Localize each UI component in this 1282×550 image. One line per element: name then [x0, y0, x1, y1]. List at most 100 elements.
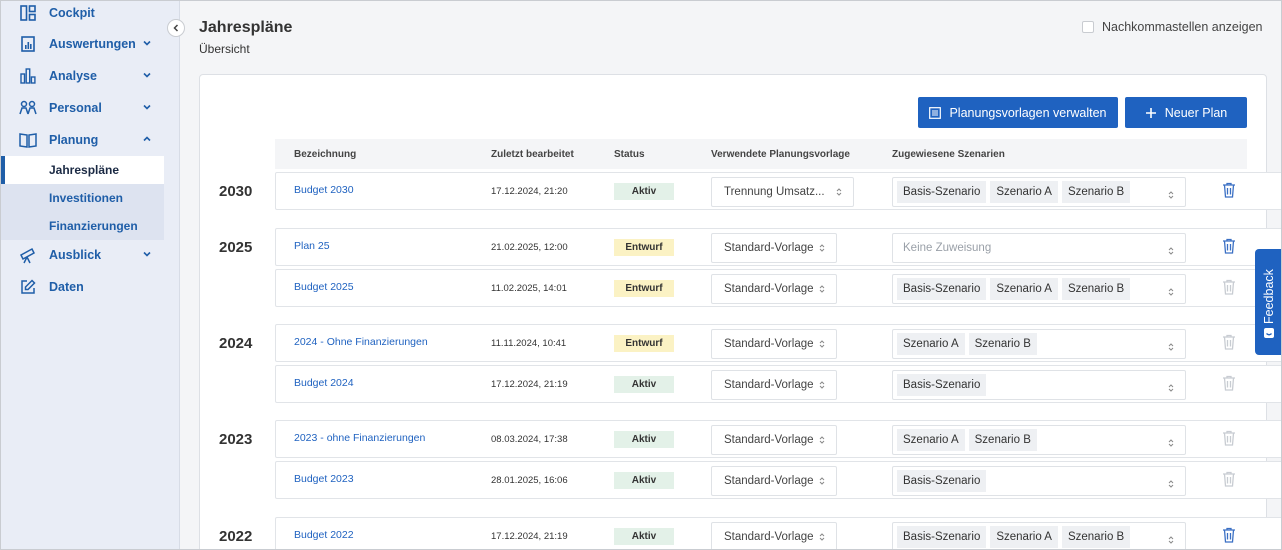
- plan-name-link[interactable]: 2024 - Ohne Finanzierungen: [294, 336, 428, 348]
- template-value: Standard-Vorlage: [724, 242, 814, 254]
- sidebar-subitem-jahresplaene[interactable]: Jahrespläne: [1, 156, 164, 184]
- template-value: Standard-Vorlage: [724, 434, 814, 446]
- plan-name-link[interactable]: Plan 25: [294, 240, 330, 252]
- scenarios-select[interactable]: Szenario A Szenario B: [892, 329, 1186, 359]
- scenario-tag: Szenario B: [968, 429, 1037, 451]
- table-row: 2024 - Ohne Finanzierungen 11.11.2024, 10…: [275, 324, 1281, 362]
- plans-card: Planungsvorlagen verwalten Neuer Plan Be…: [199, 74, 1281, 549]
- column-header[interactable]: Zugewiesene Szenarien: [892, 149, 1005, 160]
- plan-name-link[interactable]: 2023 - ohne Finanzierungen: [294, 432, 425, 444]
- template-select[interactable]: Trennung Umsatz...: [711, 177, 854, 207]
- last-edited: 17.12.2024, 21:19: [491, 379, 568, 390]
- template-select[interactable]: Standard-Vorlage: [711, 522, 837, 549]
- chevron-down-icon: [143, 251, 151, 257]
- dashboard-icon: [19, 4, 37, 22]
- sidebar-item-personal[interactable]: Personal: [1, 92, 164, 124]
- checkbox-icon[interactable]: [1082, 21, 1094, 33]
- table-row: Budget 2023 28.01.2025, 16:06 Aktiv Standar…: [275, 461, 1281, 499]
- plan-name-link[interactable]: Budget 2022: [294, 529, 354, 541]
- sidebar-item-cockpit[interactable]: Cockpit: [1, 1, 164, 29]
- scenario-tag: Basis-Szenario: [897, 181, 987, 203]
- sidebar-item-daten[interactable]: Daten: [1, 271, 164, 303]
- feedback-icon: [1264, 328, 1274, 338]
- table-row: 2023 - ohne Finanzierungen 08.03.2024, 17…: [275, 420, 1281, 458]
- new-plan-button[interactable]: Neuer Plan: [1125, 97, 1247, 128]
- chevron-down-icon: [143, 104, 151, 110]
- template-select[interactable]: Standard-Vorlage: [711, 370, 837, 400]
- select-arrows-icon: [1167, 476, 1175, 494]
- sidebar-subitem-finanzierungen[interactable]: Finanzierungen: [1, 212, 164, 240]
- sidebar-item-ausblick[interactable]: Ausblick: [1, 239, 164, 271]
- delete-icon: [1222, 471, 1236, 492]
- select-arrows-icon: [1167, 339, 1175, 357]
- select-arrows-icon: [1167, 380, 1175, 398]
- sidebar-item-auswertungen[interactable]: Auswertungen: [1, 28, 164, 60]
- template-value: Trennung Umsatz...: [724, 186, 825, 198]
- sidebar-item-label: Daten: [49, 280, 84, 294]
- scenarios-placeholder: Keine Zuweisung: [903, 242, 992, 254]
- last-edited: 08.03.2024, 17:38: [491, 434, 568, 445]
- year-label: 2024: [219, 335, 253, 352]
- decimals-checkbox[interactable]: Nachkommastellen anzeigen: [1082, 20, 1263, 34]
- last-edited: 17.12.2024, 21:19: [491, 531, 568, 542]
- year-label: 2023: [219, 431, 253, 448]
- last-edited: 17.12.2024, 21:20: [491, 186, 568, 197]
- select-arrows-icon: [818, 532, 826, 545]
- sidebar-item-label: Cockpit: [49, 6, 95, 20]
- scenarios-select[interactable]: Basis-Szenario Szenario A Szenario B: [892, 522, 1186, 549]
- manage-templates-button[interactable]: Planungsvorlagen verwalten: [918, 97, 1118, 128]
- plan-name-link[interactable]: Budget 2024: [294, 377, 354, 389]
- scenario-tag: Szenario B: [1061, 181, 1131, 203]
- delete-icon: [1222, 375, 1236, 396]
- delete-icon[interactable]: [1222, 527, 1236, 548]
- status-badge: Entwurf: [614, 239, 674, 256]
- scenario-tag: Szenario A: [990, 278, 1058, 300]
- scenarios-select[interactable]: Szenario A Szenario B: [892, 425, 1186, 455]
- template-select[interactable]: Standard-Vorlage: [711, 233, 837, 263]
- template-value: Standard-Vorlage: [724, 379, 814, 391]
- select-arrows-icon: [1167, 187, 1175, 205]
- template-select[interactable]: Standard-Vorlage: [711, 466, 837, 496]
- feedback-label: Feedback: [1262, 269, 1276, 325]
- column-header[interactable]: Status: [614, 149, 645, 160]
- scenario-tag: Basis-Szenario: [897, 526, 987, 548]
- select-arrows-icon: [818, 284, 826, 297]
- plan-name-link[interactable]: Budget 2030: [294, 184, 354, 196]
- table-row: Budget 2025 11.02.2025, 14:01 Entwurf Stand…: [275, 269, 1281, 307]
- sidebar-item-planung[interactable]: Planung: [1, 124, 164, 156]
- column-header[interactable]: Zuletzt bearbeitet: [491, 149, 574, 160]
- scenario-tag: Basis-Szenario: [897, 470, 987, 492]
- status-badge: Aktiv: [614, 528, 674, 545]
- decimals-label: Nachkommastellen anzeigen: [1102, 20, 1263, 34]
- select-arrows-icon: [1167, 243, 1175, 261]
- scenarios-select[interactable]: Basis-Szenario Szenario A Szenario B: [892, 177, 1186, 207]
- select-arrows-icon: [835, 187, 843, 200]
- plus-icon: [1145, 107, 1157, 119]
- template-select[interactable]: Standard-Vorlage: [711, 425, 837, 455]
- last-edited: 21.02.2025, 12:00: [491, 242, 568, 253]
- delete-icon[interactable]: [1222, 238, 1236, 259]
- template-select[interactable]: Standard-Vorlage: [711, 329, 837, 359]
- sidebar-subitem-investitionen[interactable]: Investitionen: [1, 184, 164, 212]
- sidebar-subitem-label: Jahrespläne: [49, 163, 120, 177]
- plan-name-link[interactable]: Budget 2023: [294, 473, 354, 485]
- template-select[interactable]: Standard-Vorlage: [711, 274, 837, 304]
- delete-icon[interactable]: [1222, 182, 1236, 203]
- select-arrows-icon: [818, 380, 826, 393]
- page-title: Jahrespläne: [199, 19, 293, 36]
- book-icon: [19, 131, 37, 149]
- sidebar-item-analyse[interactable]: Analyse: [1, 60, 164, 92]
- plan-name-link[interactable]: Budget 2025: [294, 281, 354, 293]
- sidebar-collapse-button[interactable]: [167, 19, 185, 37]
- scenarios-select[interactable]: Basis-Szenario Szenario A Szenario B: [892, 274, 1186, 304]
- column-header[interactable]: Verwendete Planungsvorlage: [711, 149, 850, 160]
- list-icon: [929, 106, 942, 119]
- scenarios-select[interactable]: Basis-Szenario: [892, 370, 1186, 400]
- feedback-tab[interactable]: Feedback: [1255, 249, 1281, 355]
- table-row: Plan 25 21.02.2025, 12:00 Entwurf Standard-…: [275, 228, 1281, 266]
- scenarios-select[interactable]: Basis-Szenario: [892, 466, 1186, 496]
- scenarios-select[interactable]: Keine Zuweisung: [892, 233, 1186, 263]
- year-label: 2022: [219, 528, 253, 545]
- column-header[interactable]: Bezeichnung: [294, 149, 356, 160]
- chevron-up-icon: [143, 136, 151, 142]
